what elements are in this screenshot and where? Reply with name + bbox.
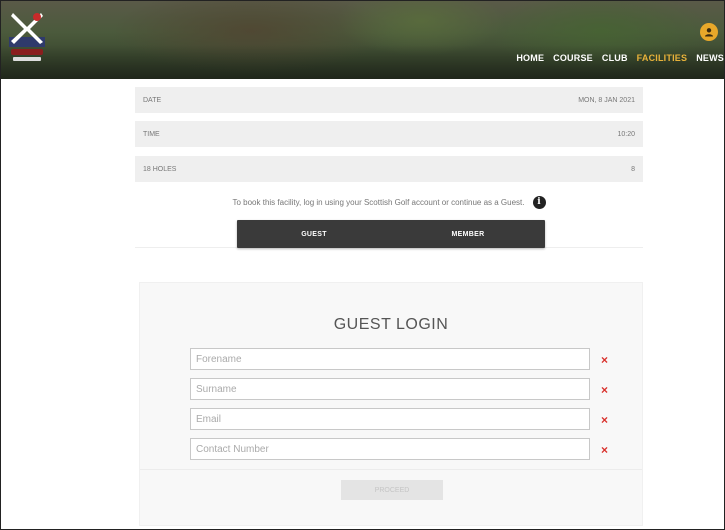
user-account-icon[interactable]: [700, 23, 718, 41]
notice-text: To book this facility, log in using your…: [232, 197, 525, 207]
club-crest-icon[interactable]: [7, 9, 47, 67]
login-notice: To book this facility, log in using your…: [135, 193, 643, 211]
time-value: 10:20: [617, 130, 635, 138]
time-row: TIME 10:20: [135, 121, 643, 147]
main-nav: HOME COURSE CLUB FACILITIES NEWS: [516, 53, 724, 63]
date-value: MON, 8 JAN 2021: [578, 96, 635, 104]
info-icon[interactable]: i: [532, 195, 546, 209]
site-header: HOME COURSE CLUB FACILITIES NEWS: [1, 1, 724, 79]
time-label: TIME: [143, 130, 160, 138]
contact-number-required-icon: ×: [601, 443, 609, 457]
nav-item-home[interactable]: HOME: [516, 53, 544, 63]
date-label: DATE: [143, 96, 162, 104]
page-frame: HOME COURSE CLUB FACILITIES NEWS DATE MO…: [0, 0, 725, 530]
tab-member[interactable]: MEMBER: [391, 220, 545, 248]
email-field[interactable]: [190, 408, 590, 430]
holes-label: 18 HOLES: [143, 165, 177, 173]
holes-row: 18 HOLES 8: [135, 156, 643, 182]
holes-value: 8: [631, 165, 635, 173]
tab-guest[interactable]: GUEST: [237, 220, 391, 248]
surname-field[interactable]: [190, 378, 590, 400]
surname-required-icon: ×: [601, 383, 609, 397]
nav-item-facilities[interactable]: FACILITIES: [637, 53, 688, 63]
nav-item-news[interactable]: NEWS: [696, 53, 724, 63]
contact-number-field[interactable]: [190, 438, 590, 460]
proceed-button[interactable]: PROCEED: [341, 480, 443, 500]
guest-login-title: GUEST LOGIN: [333, 316, 449, 333]
login-tabs: GUEST MEMBER: [237, 220, 545, 248]
email-required-icon: ×: [601, 413, 609, 427]
nav-item-course[interactable]: COURSE: [553, 53, 593, 63]
date-row: DATE MON, 8 JAN 2021: [135, 87, 643, 113]
forename-required-icon: ×: [601, 353, 609, 367]
nav-item-club[interactable]: CLUB: [602, 53, 628, 63]
guest-login-card: GUEST LOGIN × × × × PROCEED: [139, 282, 643, 526]
card-divider: [140, 469, 642, 470]
forename-field[interactable]: [190, 348, 590, 370]
